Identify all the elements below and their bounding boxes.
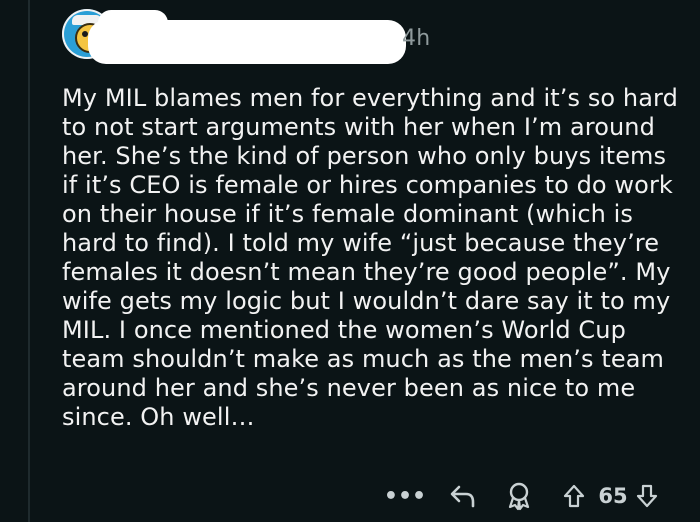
vote-count: 65 — [598, 484, 628, 508]
award-button[interactable] — [502, 476, 536, 516]
reply-arrow-icon — [450, 485, 475, 508]
downvote-arrow-icon — [636, 484, 658, 508]
comment-timestamp: 4h — [402, 26, 431, 51]
comment-header: 4h — [62, 6, 482, 66]
comment-actions: ••• 65 — [380, 476, 700, 516]
thread-line — [28, 0, 30, 522]
award-icon — [508, 482, 530, 511]
comment-body: My MIL blames men for everything and it’… — [62, 84, 678, 431]
username-redaction — [88, 10, 406, 64]
upvote-button[interactable] — [561, 476, 587, 516]
upvote-arrow-icon — [563, 484, 585, 508]
more-options-button[interactable]: ••• — [384, 476, 426, 516]
downvote-button[interactable] — [634, 476, 660, 516]
reply-button[interactable] — [446, 476, 480, 516]
